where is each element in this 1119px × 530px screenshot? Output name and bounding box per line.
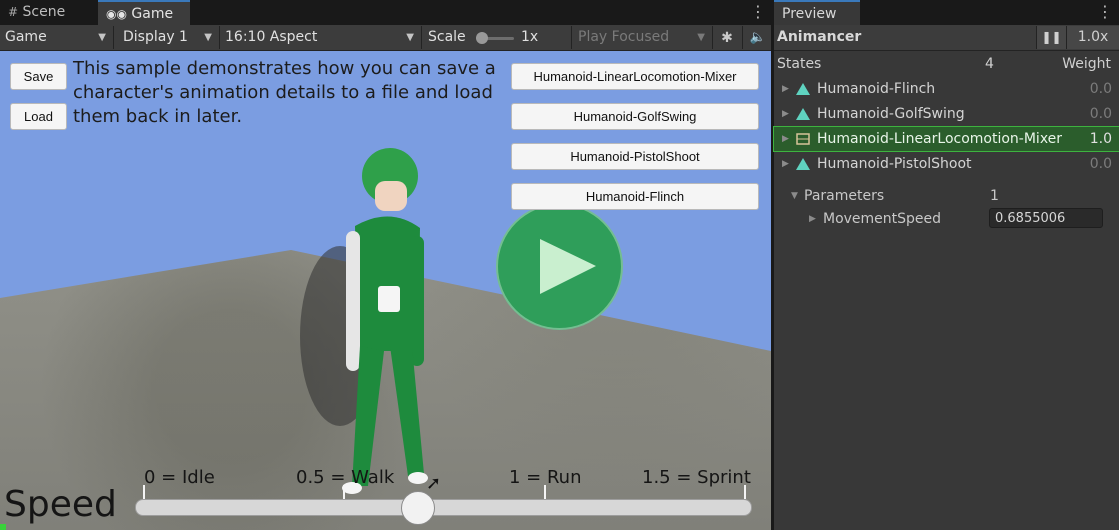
parameters-count: 1: [990, 188, 999, 204]
scale-label: Scale: [428, 29, 466, 45]
mixer-state-icon: [796, 133, 810, 145]
state-name: Humanoid-LinearLocomotion-Mixer: [817, 131, 1063, 147]
play-mode-value: Play Focused: [578, 29, 670, 45]
save-button[interactable]: Save: [10, 63, 67, 90]
game-mode-dropdown[interactable]: Game ▼: [0, 26, 112, 49]
speed-slider-track[interactable]: [135, 499, 752, 516]
state-row-flinch[interactable]: ▶ Humanoid-Flinch 0.0: [774, 77, 1119, 101]
play-mode-dropdown[interactable]: Play Focused ▼: [573, 26, 711, 49]
speed-tick: [544, 485, 546, 499]
state-weight: 0.0: [1089, 81, 1112, 97]
scale-value: 1x: [521, 29, 539, 45]
animancer-title: Animancer: [777, 29, 862, 45]
bug-icon[interactable]: ✱: [716, 27, 738, 49]
states-label: States: [777, 56, 822, 72]
audio-icon[interactable]: 🔈: [748, 27, 768, 49]
status-indicator: [0, 524, 6, 530]
speed-tick-label: 0 = Idle: [144, 467, 215, 488]
tab-game[interactable]: ◉◉ Game: [98, 0, 190, 25]
character-model: [300, 148, 428, 494]
toolbar-divider: [421, 26, 422, 49]
state-row-pistol-shoot[interactable]: ▶ Humanoid-PistolShoot 0.0: [774, 152, 1119, 176]
state-weight: 1.0: [1089, 131, 1112, 147]
state-row-linear-locomotion-mixer[interactable]: ▶ Humanoid-LinearLocomotion-Mixer 1.0: [773, 126, 1119, 152]
display-value: Display 1: [123, 29, 188, 45]
chevron-down-icon: ▼: [98, 32, 106, 43]
toolbar-divider: [742, 26, 743, 49]
speed-multiplier-field[interactable]: 1.0x: [1066, 26, 1119, 49]
weight-label: Weight: [1062, 56, 1111, 72]
mouse-cursor-icon: ➚: [426, 473, 442, 494]
animation-clip-icon: [796, 158, 810, 170]
speed-tick-label: 1.5 = Sprint: [642, 467, 751, 488]
tab-game-label: Game: [131, 6, 174, 22]
speed-tick: [744, 485, 746, 499]
pause-button[interactable]: ❚❚: [1036, 26, 1066, 49]
scale-slider-knob[interactable]: [476, 32, 488, 44]
state-name: Humanoid-PistolShoot: [817, 156, 972, 172]
pause-icon: ❚❚: [1041, 30, 1062, 44]
chevron-down-icon: ▼: [697, 32, 705, 43]
load-button[interactable]: Load: [10, 103, 67, 130]
game-mode-value: Game: [5, 29, 47, 45]
animation-button-golf-swing[interactable]: Humanoid-GolfSwing: [511, 103, 759, 130]
play-button[interactable]: [496, 203, 623, 330]
animation-button-flinch[interactable]: Humanoid-Flinch: [511, 183, 759, 210]
tab-scene[interactable]: # Scene: [0, 0, 96, 25]
movement-speed-field[interactable]: [989, 208, 1103, 228]
left-kebab-menu-icon[interactable]: ⋮: [750, 0, 766, 24]
animation-button-pistol-shoot[interactable]: Humanoid-PistolShoot: [511, 143, 759, 170]
toolbar-divider: [571, 26, 572, 49]
chevron-down-icon: ▼: [406, 32, 414, 43]
right-kebab-menu-icon[interactable]: ⋮: [1097, 0, 1113, 24]
display-dropdown[interactable]: Display 1 ▼: [118, 26, 218, 49]
expand-arrow-icon[interactable]: ▶: [782, 152, 789, 176]
game-viewport[interactable]: Save Load This sample demonstrates how y…: [0, 51, 771, 530]
speed-label: Speed: [4, 484, 117, 525]
state-weight: 0.0: [1089, 156, 1112, 172]
toolbar-divider: [113, 26, 114, 49]
aspect-dropdown[interactable]: 16:10 Aspect ▼: [220, 26, 420, 49]
chevron-down-icon: ▼: [204, 32, 212, 43]
collapse-arrow-icon[interactable]: ▼: [791, 184, 798, 208]
play-icon: [540, 239, 596, 294]
animation-button-linear-locomotion[interactable]: Humanoid-LinearLocomotion-Mixer: [511, 63, 759, 90]
state-row-golf-swing[interactable]: ▶ Humanoid-GolfSwing 0.0: [774, 102, 1119, 126]
gamepad-icon: ◉◉: [106, 7, 127, 21]
states-count: 4: [985, 56, 994, 72]
animation-clip-icon: [796, 108, 810, 120]
speed-tick: [143, 485, 145, 499]
state-name: Humanoid-GolfSwing: [817, 106, 965, 122]
speed-slider-knob[interactable]: [400, 491, 435, 525]
speed-tick: [343, 485, 345, 499]
sample-description: This sample demonstrates how you can sav…: [73, 58, 496, 127]
expand-arrow-icon[interactable]: ▶: [782, 77, 789, 101]
parameters-label: Parameters: [804, 188, 885, 204]
state-weight: 0.0: [1089, 106, 1112, 122]
parameter-name: MovementSpeed: [823, 211, 942, 227]
tab-preview[interactable]: Preview: [774, 0, 860, 25]
expand-arrow-icon[interactable]: ▶: [782, 102, 789, 126]
toolbar-divider: [712, 26, 713, 49]
speed-tick-label: 0.5 = Walk: [296, 467, 395, 488]
aspect-value: 16:10 Aspect: [225, 29, 318, 45]
animation-clip-icon: [796, 83, 810, 95]
expand-arrow-icon[interactable]: ▶: [809, 207, 816, 231]
expand-arrow-icon[interactable]: ▶: [782, 127, 789, 151]
state-name: Humanoid-Flinch: [817, 81, 936, 97]
tab-scene-label: Scene: [22, 4, 66, 20]
grid-icon: #: [8, 5, 19, 19]
